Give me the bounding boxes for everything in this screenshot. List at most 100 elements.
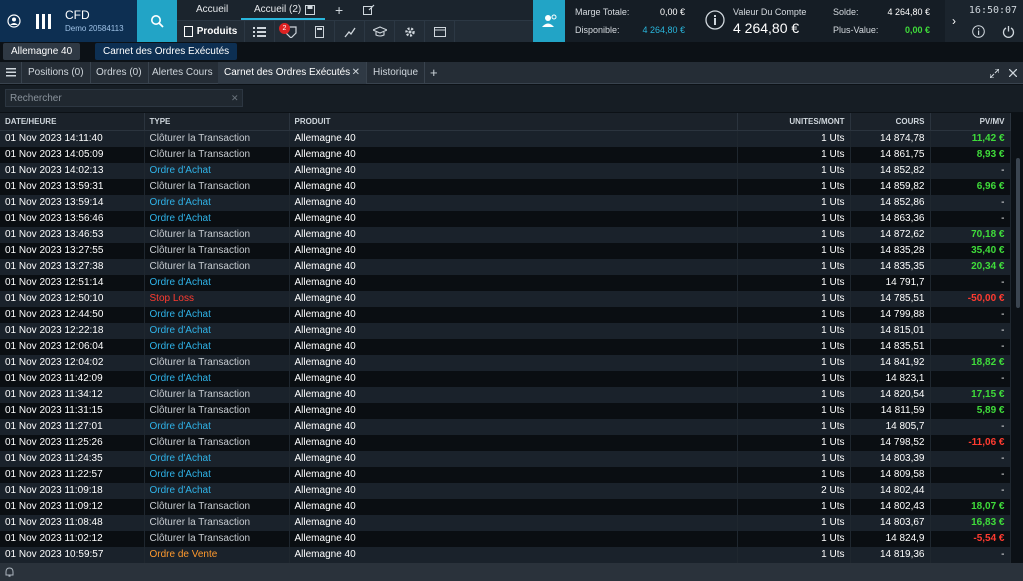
top-bar: CFD Demo 20584113 Accueil Accueil (2) + … <box>0 0 1023 42</box>
tab-historique[interactable]: Historique <box>367 62 426 84</box>
cell-unites: 1 Uts <box>737 466 851 483</box>
tab-positions[interactable]: Positions (0) <box>22 62 91 84</box>
edit-layout-icon[interactable] <box>363 4 375 16</box>
table-row[interactable]: 01 Nov 2023 12:04:02 Clôturer la Transact… <box>0 354 1011 371</box>
cell-date: 01 Nov 2023 13:59:31 <box>0 178 145 195</box>
table-row[interactable]: 01 Nov 2023 13:27:38 Clôturer la Transact… <box>0 258 1011 275</box>
list-view-button[interactable] <box>245 21 275 42</box>
col-header-produit[interactable]: PRODUIT <box>289 113 738 131</box>
cell-produit: Allemagne 40 <box>289 450 738 467</box>
alerts-button[interactable]: 2 <box>275 21 305 42</box>
tab-carnet[interactable]: Carnet des Ordres Exécutés ✕ <box>218 62 367 84</box>
education-button[interactable] <box>365 21 395 42</box>
window-button[interactable] <box>425 21 455 42</box>
table-row[interactable]: 01 Nov 2023 11:31:15 Clôturer la Transact… <box>0 402 1011 419</box>
cell-produit: Allemagne 40 <box>289 322 738 339</box>
table-row[interactable]: 01 Nov 2023 11:42:09 Ordre d'Achat Allemag… <box>0 370 1011 387</box>
cell-pvmv: - <box>930 338 1011 355</box>
table-row[interactable]: 01 Nov 2023 12:22:18 Ordre d'Achat Allemag… <box>0 322 1011 339</box>
cell-type: Ordre d'Achat <box>144 450 290 467</box>
table-row[interactable]: 01 Nov 2023 12:06:04 Ordre d'Achat Allemag… <box>0 338 1011 355</box>
col-header-unites[interactable]: UNITES/MONT <box>737 113 851 131</box>
subtab-allemagne-40[interactable]: Allemagne 40 <box>3 43 81 60</box>
subtab-carnet[interactable]: Carnet des Ordres Exécutés <box>95 43 238 60</box>
cell-type: Clôturer la Transaction <box>144 242 290 259</box>
cell-produit: Allemagne 40 <box>289 258 738 275</box>
cell-unites: 1 Uts <box>737 258 851 275</box>
col-header-type[interactable]: TYPE <box>144 113 290 131</box>
table-row[interactable]: 01 Nov 2023 11:22:57 Ordre d'Achat Allemag… <box>0 466 1011 483</box>
table-row[interactable]: 01 Nov 2023 11:08:48 Clôturer la Transact… <box>0 514 1011 531</box>
cell-pvmv: 35,40 € <box>930 242 1011 259</box>
table-row[interactable]: 01 Nov 2023 11:09:18 Ordre d'Achat Allemag… <box>0 482 1011 499</box>
table-row[interactable]: 01 Nov 2023 11:34:12 Clôturer la Transact… <box>0 386 1011 403</box>
executed-orders-table: DATE/HEURE TYPE PRODUIT UNITES/MONT COUR… <box>0 113 1023 563</box>
table-scrollbar[interactable] <box>1013 113 1023 563</box>
add-tab-button[interactable]: + <box>335 0 343 20</box>
tab-accueil-2[interactable]: Accueil (2) <box>254 0 301 20</box>
calculator-button[interactable] <box>305 21 335 42</box>
cell-pvmv: - <box>930 370 1011 387</box>
clear-search-icon[interactable]: ✕ <box>231 93 239 104</box>
table-row[interactable]: 01 Nov 2023 12:50:10 Stop Loss Allemagne 4… <box>0 290 1011 307</box>
search-button[interactable] <box>137 0 177 42</box>
cell-date: 01 Nov 2023 11:09:18 <box>0 482 145 499</box>
table-row[interactable]: 01 Nov 2023 11:27:01 Ordre d'Achat Allemag… <box>0 418 1011 435</box>
tab-ordres[interactable]: Ordres (0) <box>90 62 149 84</box>
expand-icon[interactable] <box>990 69 999 78</box>
tab-accueil[interactable]: Accueil <box>196 0 228 20</box>
window-icon <box>433 26 446 37</box>
info-icon[interactable] <box>705 10 725 30</box>
cell-produit: Allemagne 40 <box>289 514 738 531</box>
cell-date: 01 Nov 2023 12:22:18 <box>0 322 145 339</box>
table-row[interactable]: 01 Nov 2023 14:05:09 Clôturer la Transact… <box>0 146 1011 163</box>
settings-button[interactable] <box>395 21 425 42</box>
list-icon <box>253 26 266 37</box>
close-panel-icon[interactable] <box>1009 69 1017 77</box>
table-row[interactable]: 01 Nov 2023 11:09:12 Clôturer la Transact… <box>0 498 1011 515</box>
table-row[interactable]: 01 Nov 2023 12:51:14 Ordre d'Achat Allemag… <box>0 274 1011 291</box>
marge-totale-label: Marge Totale: <box>575 7 630 17</box>
save-layout-icon[interactable] <box>305 5 315 15</box>
cell-date: 01 Nov 2023 11:09:12 <box>0 498 145 515</box>
table-row[interactable]: 01 Nov 2023 10:59:57 Ordre de Vente Allema… <box>0 546 1011 563</box>
table-row[interactable]: 01 Nov 2023 14:02:13 Ordre d'Achat Allemag… <box>0 162 1011 179</box>
cell-produit: Allemagne 40 <box>289 146 738 163</box>
bell-icon[interactable] <box>5 567 14 577</box>
user-profile-button[interactable] <box>0 0 27 42</box>
cell-date: 01 Nov 2023 13:59:14 <box>0 194 145 211</box>
col-header-date[interactable]: DATE/HEURE <box>0 113 145 131</box>
table-row[interactable]: 01 Nov 2023 12:44:50 Ordre d'Achat Allemag… <box>0 306 1011 323</box>
table-row[interactable]: 01 Nov 2023 13:59:14 Ordre d'Achat Allemag… <box>0 194 1011 211</box>
cell-unites: 1 Uts <box>737 338 851 355</box>
account-button[interactable] <box>533 0 565 42</box>
table-row[interactable]: 01 Nov 2023 13:46:53 Clôturer la Transact… <box>0 226 1011 243</box>
cell-produit: Allemagne 40 <box>289 370 738 387</box>
table-row[interactable]: 01 Nov 2023 13:27:55 Clôturer la Transact… <box>0 242 1011 259</box>
scrollbar-thumb[interactable] <box>1016 158 1020 308</box>
app-logo-block[interactable]: CFD Demo 20584113 <box>27 0 137 42</box>
help-button[interactable] <box>963 21 993 42</box>
chart-button[interactable] <box>335 21 365 42</box>
cell-produit: Allemagne 40 <box>289 194 738 211</box>
table-row[interactable]: 01 Nov 2023 13:56:46 Ordre d'Achat Allemag… <box>0 210 1011 227</box>
table-row[interactable]: 01 Nov 2023 14:11:40 Clôturer la Transact… <box>0 130 1011 147</box>
table-row[interactable]: 01 Nov 2023 11:24:35 Ordre d'Achat Allemag… <box>0 450 1011 467</box>
search-input[interactable] <box>5 89 243 107</box>
close-tab-icon[interactable]: ✕ <box>352 62 360 84</box>
add-panel-tab-button[interactable]: + <box>424 62 444 84</box>
table-row[interactable]: 01 Nov 2023 11:02:12 Clôturer la Transact… <box>0 530 1011 547</box>
plus-value-value: 0,00 € <box>904 25 930 35</box>
cell-type: Ordre d'Achat <box>144 162 290 179</box>
menu-button[interactable] <box>0 62 22 84</box>
col-header-cours[interactable]: COURS <box>850 113 931 131</box>
logout-button[interactable] <box>993 21 1023 42</box>
col-header-pvmv[interactable]: PV/MV <box>930 113 1011 131</box>
toolbar: Produits 2 <box>177 20 533 42</box>
expand-panel-button[interactable]: › <box>945 0 963 42</box>
produits-button[interactable]: Produits <box>177 21 245 42</box>
table-row[interactable]: 01 Nov 2023 11:25:26 Clôturer la Transact… <box>0 434 1011 451</box>
table-row[interactable]: 01 Nov 2023 13:59:31 Clôturer la Transact… <box>0 178 1011 195</box>
cell-unites: 1 Uts <box>737 402 851 419</box>
tab-alertes[interactable]: Alertes Cours <box>146 62 220 84</box>
